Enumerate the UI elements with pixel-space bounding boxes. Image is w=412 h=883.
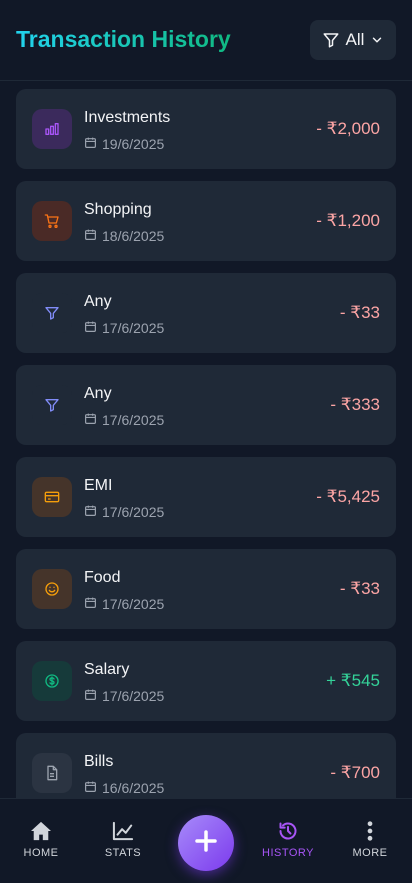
transaction-category: Food bbox=[84, 569, 121, 586]
home-icon bbox=[30, 821, 52, 847]
transaction-date-row: 17/6/2025 bbox=[84, 596, 164, 612]
transaction-date-row: 17/6/2025 bbox=[84, 320, 164, 336]
calendar-icon bbox=[84, 504, 97, 520]
filter-label: All bbox=[345, 30, 365, 49]
transaction-category: EMI bbox=[84, 477, 113, 494]
transaction-category: Shopping bbox=[84, 201, 152, 218]
transaction-card[interactable]: Salary 17/6/2025 + ₹545 bbox=[16, 641, 396, 721]
nav-stats-label: STATS bbox=[104, 847, 142, 859]
transaction-date-row: 17/6/2025 bbox=[84, 412, 164, 428]
cart-icon bbox=[32, 201, 72, 241]
transaction-date: 17/6/2025 bbox=[102, 688, 165, 704]
transaction-date: 19/6/2025 bbox=[102, 136, 165, 152]
calendar-icon bbox=[84, 780, 97, 796]
plus-icon bbox=[194, 829, 218, 858]
calendar-icon bbox=[84, 412, 97, 428]
nav-history-label: HISTORY bbox=[262, 847, 314, 859]
filter-button[interactable]: All bbox=[310, 20, 396, 60]
transaction-amount: + ₹545 bbox=[326, 671, 380, 690]
transaction-date: 16/6/2025 bbox=[102, 780, 165, 796]
dollar-circle-icon bbox=[32, 661, 72, 701]
transaction-date-row: 17/6/2025 bbox=[84, 688, 164, 704]
filter-icon bbox=[322, 31, 340, 49]
transaction-amount: - ₹33 bbox=[339, 303, 380, 322]
transaction-card[interactable]: Food 17/6/2025 - ₹33 bbox=[16, 549, 396, 629]
calendar-icon bbox=[84, 320, 97, 336]
stats-icon bbox=[112, 821, 134, 847]
transaction-date: 18/6/2025 bbox=[102, 228, 165, 244]
transaction-date: 17/6/2025 bbox=[102, 504, 165, 520]
header: Transaction History All bbox=[0, 0, 412, 81]
transaction-card[interactable]: EMI 17/6/2025 - ₹5,425 bbox=[16, 457, 396, 537]
transaction-date: 17/6/2025 bbox=[102, 596, 165, 612]
history-icon bbox=[277, 821, 299, 847]
nav-more[interactable]: MORE bbox=[335, 821, 405, 863]
transaction-amount: - ₹333 bbox=[330, 395, 380, 414]
document-icon bbox=[32, 753, 72, 793]
more-vertical-icon bbox=[359, 821, 381, 847]
add-transaction-button[interactable] bbox=[178, 815, 234, 871]
transaction-card[interactable]: Any 17/6/2025 - ₹33 bbox=[16, 273, 396, 353]
transaction-category: Bills bbox=[84, 753, 114, 770]
transaction-card[interactable]: Investments 19/6/2025 - ₹2,000 bbox=[16, 89, 396, 169]
page-title: Transaction History bbox=[16, 26, 231, 52]
nav-more-label: MORE bbox=[352, 847, 388, 859]
transaction-date-row: 16/6/2025 bbox=[84, 780, 164, 796]
transaction-category: Salary bbox=[84, 661, 130, 678]
transaction-date-row: 17/6/2025 bbox=[84, 504, 164, 520]
transaction-date-row: 19/6/2025 bbox=[84, 136, 164, 152]
transaction-category: Investments bbox=[84, 109, 171, 126]
transaction-amount: - ₹2,000 bbox=[316, 119, 380, 138]
bottom-nav: HOME STATS HISTORY MORE bbox=[0, 798, 412, 883]
chevron-down-icon bbox=[370, 33, 384, 47]
filter-icon bbox=[32, 385, 72, 425]
transaction-amount: - ₹5,425 bbox=[316, 487, 380, 506]
smile-icon bbox=[32, 569, 72, 609]
nav-history[interactable]: HISTORY bbox=[253, 821, 323, 863]
transaction-card[interactable]: Any 17/6/2025 - ₹333 bbox=[16, 365, 396, 445]
transaction-card[interactable]: Shopping 18/6/2025 - ₹1,200 bbox=[16, 181, 396, 261]
transaction-date: 17/6/2025 bbox=[102, 412, 165, 428]
transaction-amount: - ₹1,200 bbox=[316, 211, 380, 230]
nav-home[interactable]: HOME bbox=[6, 821, 76, 863]
nav-stats[interactable]: STATS bbox=[88, 821, 158, 863]
bar-chart-icon bbox=[32, 109, 72, 149]
transaction-category: Any bbox=[84, 385, 112, 402]
nav-home-label: HOME bbox=[23, 847, 59, 859]
calendar-icon bbox=[84, 228, 97, 244]
credit-card-icon bbox=[32, 477, 72, 517]
calendar-icon bbox=[84, 596, 97, 612]
transaction-category: Any bbox=[84, 293, 112, 310]
filter-icon bbox=[32, 293, 72, 333]
transaction-amount: - ₹33 bbox=[339, 579, 380, 598]
transaction-amount: - ₹700 bbox=[330, 763, 380, 782]
calendar-icon bbox=[84, 136, 97, 152]
calendar-icon bbox=[84, 688, 97, 704]
transaction-date: 17/6/2025 bbox=[102, 320, 165, 336]
transaction-date-row: 18/6/2025 bbox=[84, 228, 164, 244]
